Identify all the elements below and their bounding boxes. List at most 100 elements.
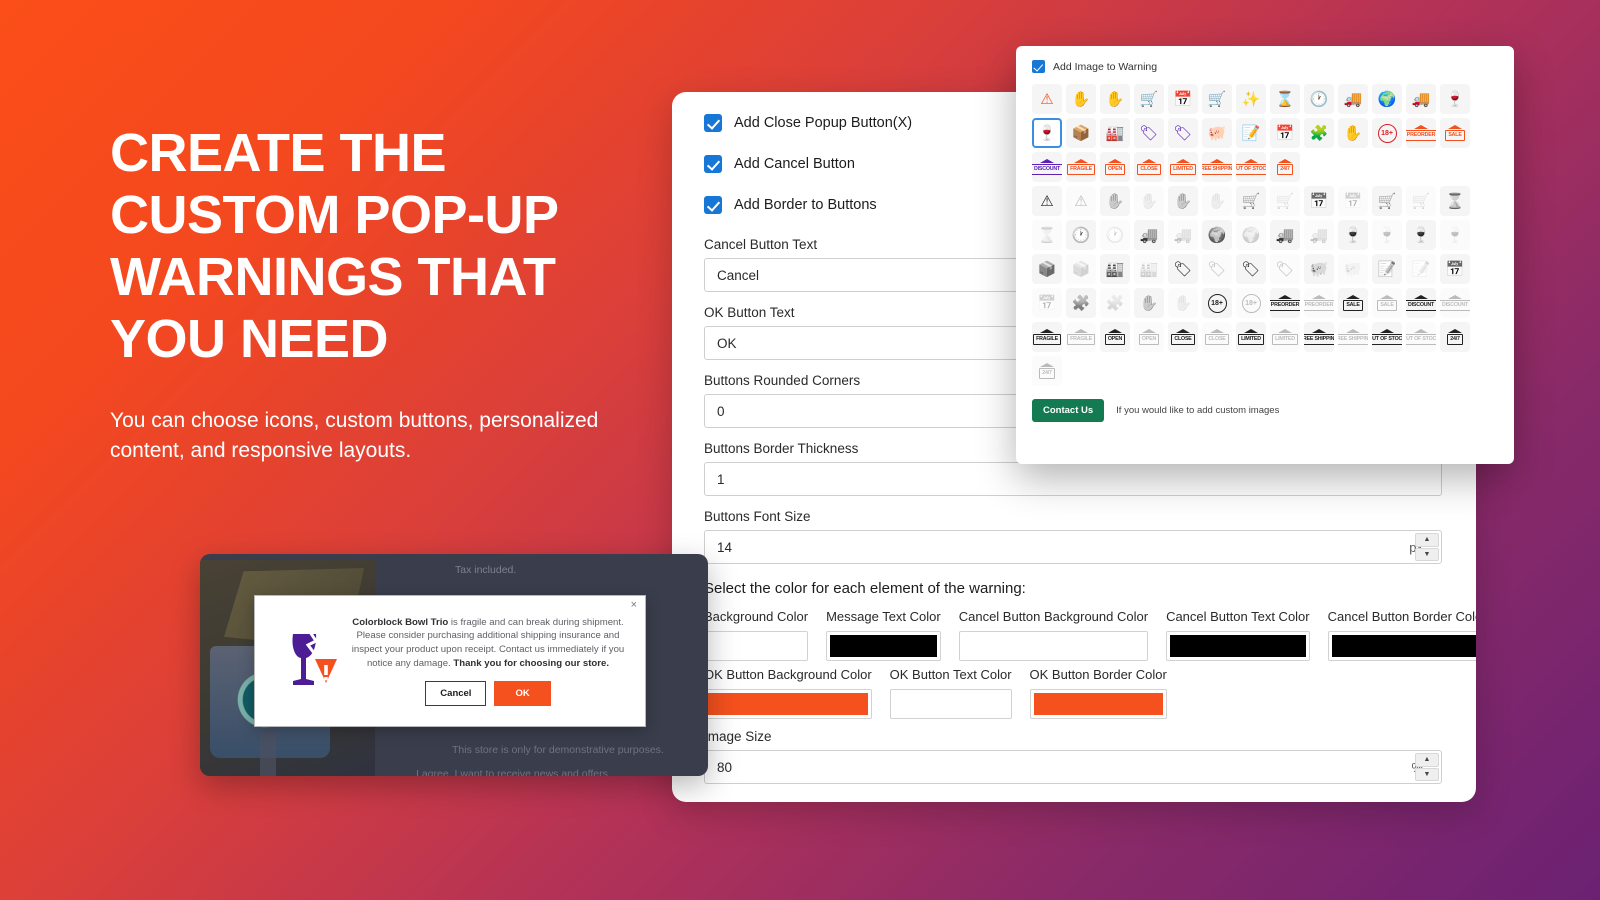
sale-sign-icon[interactable]: SALE — [1338, 288, 1368, 318]
stepper-up-icon[interactable]: ▲ — [1415, 533, 1439, 547]
popup-ok-button[interactable]: OK — [494, 681, 551, 707]
clock-alert-outline-icon[interactable]: 🕐 — [1100, 220, 1130, 250]
free-shipping-truck-outline-icon[interactable]: 🚚 — [1304, 220, 1334, 250]
warehouse-outline-icon[interactable]: 🏭 — [1134, 254, 1164, 284]
fragile-sign-outline-icon[interactable]: FRAGILE — [1066, 322, 1096, 352]
discount-tag-icon[interactable]: 🏷 — [1236, 254, 1266, 284]
hourglass-outline-icon[interactable]: ⌛ — [1032, 220, 1062, 250]
free-shipping-truck-icon[interactable]: 🚚 — [1270, 220, 1300, 250]
price-tag-icon[interactable]: 🏷 — [1134, 118, 1164, 148]
cart-alert-outline-icon[interactable]: 🛒 — [1270, 186, 1300, 216]
order-form-icon[interactable]: 📝 — [1236, 118, 1266, 148]
close-icon[interactable]: × — [631, 600, 637, 611]
preorder-sign-icon[interactable]: PREORDER — [1406, 118, 1436, 148]
warning-triangle-icon[interactable]: ⚠ — [1032, 84, 1062, 114]
field-stepper[interactable]: ▲ ▼ — [1415, 533, 1439, 561]
hourglass-icon[interactable]: ⌛ — [1440, 186, 1470, 216]
piggy-bank-outline-icon[interactable]: 🐖 — [1338, 254, 1368, 284]
preorder-sign-outline-icon[interactable]: PREORDER — [1304, 288, 1334, 318]
open-sign-icon[interactable]: OPEN — [1100, 322, 1130, 352]
free-shipping-sign-outline-icon[interactable]: FREE SHIPPING — [1338, 322, 1368, 352]
globe-pin-icon[interactable]: 🌍 — [1202, 220, 1232, 250]
cart-box-icon[interactable]: 🛒 — [1372, 186, 1402, 216]
fragile-box-icon[interactable]: 📦 — [1066, 118, 1096, 148]
warning-triangle-icon[interactable]: ⚠ — [1032, 186, 1062, 216]
fragile-box-outline-icon[interactable]: 📦 — [1066, 254, 1096, 284]
limited-sign-outline-icon[interactable]: LIMITED — [1270, 322, 1300, 352]
order-form-icon[interactable]: 📝 — [1372, 254, 1402, 284]
close-sign-icon[interactable]: CLOSE — [1168, 322, 1198, 352]
24-7-sign-icon[interactable]: 24/7 — [1270, 152, 1300, 182]
color-swatch[interactable] — [1327, 631, 1476, 661]
globe-pin-outline-icon[interactable]: 🌍 — [1236, 220, 1266, 250]
stop-hand-icon[interactable]: ✋ — [1066, 84, 1096, 114]
stepper-down-icon[interactable]: ▼ — [1415, 547, 1439, 561]
color-picker-item[interactable]: Cancel Button Border Color — [1327, 609, 1476, 661]
puzzle-outline-icon[interactable]: 🧩 — [1100, 288, 1130, 318]
hourglass-icon[interactable]: ⌛ — [1270, 84, 1300, 114]
out-of-stock-sign-outline-icon[interactable]: OUT OF STOCK — [1406, 322, 1436, 352]
color-swatch[interactable] — [826, 631, 941, 661]
stop-hand-warning-icon[interactable]: ✋ — [1100, 84, 1130, 114]
close-sign-icon[interactable]: CLOSE — [1134, 152, 1164, 182]
calendar-cart-outline-icon[interactable]: 📅 — [1338, 186, 1368, 216]
piggy-bank-icon[interactable]: 🐖 — [1202, 118, 1232, 148]
checkbox-toggle[interactable] — [704, 155, 722, 173]
cart-alert-icon[interactable]: 🛒 — [1134, 84, 1164, 114]
color-picker-item[interactable]: OK Button Background Color — [704, 667, 872, 719]
delivery-truck-icon[interactable]: 🚚 — [1134, 220, 1164, 250]
out-of-stock-sign-icon[interactable]: OUT OF STOCK — [1372, 322, 1402, 352]
puzzle-icon[interactable]: 🧩 — [1304, 118, 1334, 148]
order-form-outline-icon[interactable]: 📝 — [1406, 254, 1436, 284]
clock-alert-icon[interactable]: 🕐 — [1304, 84, 1334, 114]
discount-tag-outline-icon[interactable]: 🏷 — [1270, 254, 1300, 284]
calendar-cart-icon[interactable]: 📅 — [1168, 84, 1198, 114]
color-picker-item[interactable]: OK Button Text Color — [889, 667, 1012, 719]
open-sign-icon[interactable]: OPEN — [1100, 152, 1130, 182]
fragile-box-icon[interactable]: 📦 — [1032, 254, 1062, 284]
calendar-alert-icon[interactable]: 📅 — [1270, 118, 1300, 148]
limited-sign-icon[interactable]: LIMITED — [1168, 152, 1198, 182]
close-sign-outline-icon[interactable]: CLOSE — [1202, 322, 1232, 352]
globe-pin-icon[interactable]: 🌍 — [1372, 84, 1402, 114]
color-picker-item[interactable]: OK Button Border Color — [1029, 667, 1167, 719]
age-18-plus-outline-icon[interactable]: 18+ — [1236, 288, 1266, 318]
wine-glass-outline-icon[interactable]: 🍷 — [1372, 220, 1402, 250]
price-tag-icon[interactable]: 🏷 — [1168, 254, 1198, 284]
discount-sign-icon[interactable]: DISCOUNT — [1032, 152, 1062, 182]
preorder-sign-icon[interactable]: PREORDER — [1270, 288, 1300, 318]
discount-sign-outline-icon[interactable]: DISCOUNT — [1440, 288, 1470, 318]
color-picker-item[interactable]: Message Text Color — [826, 609, 941, 661]
price-tag-outline-icon[interactable]: 🏷 — [1202, 254, 1232, 284]
add-image-checkbox[interactable] — [1032, 60, 1045, 73]
piggy-bank-icon[interactable]: 🐖 — [1304, 254, 1334, 284]
image-size-stepper[interactable]: ▲ ▼ — [1415, 753, 1439, 781]
contact-us-button[interactable]: Contact Us — [1032, 399, 1105, 422]
delivery-truck-icon[interactable]: 🚚 — [1338, 84, 1368, 114]
warehouse-icon[interactable]: 🏭 — [1100, 118, 1130, 148]
broken-wine-glass-outline-icon[interactable]: 🍷 — [1440, 220, 1470, 250]
add-image-checkbox-row[interactable]: Add Image to Warning — [1032, 60, 1502, 73]
color-swatch[interactable] — [1166, 631, 1310, 661]
free-shipping-sign-icon[interactable]: FREE SHIPPING — [1202, 152, 1232, 182]
free-shipping-truck-icon[interactable]: 🚚 — [1406, 84, 1436, 114]
field-input[interactable]: 14px▲▼ — [704, 530, 1442, 564]
cart-box-outline-icon[interactable]: 🛒 — [1406, 186, 1436, 216]
broken-wine-glass-icon[interactable]: 🍷 — [1406, 220, 1436, 250]
checkbox-toggle[interactable] — [704, 196, 722, 214]
color-picker-item[interactable]: Background Color — [704, 609, 809, 661]
stepper-up-icon[interactable]: ▲ — [1415, 753, 1439, 767]
puzzle-icon[interactable]: 🧩 — [1066, 288, 1096, 318]
color-swatch[interactable] — [958, 631, 1149, 661]
cart-box-icon[interactable]: 🛒 — [1202, 84, 1232, 114]
open-sign-outline-icon[interactable]: OPEN — [1134, 322, 1164, 352]
stop-hand-icon[interactable]: ✋ — [1100, 186, 1130, 216]
color-swatch[interactable] — [704, 631, 809, 661]
sale-sign-icon[interactable]: SALE — [1440, 118, 1470, 148]
popup-cancel-button[interactable]: Cancel — [425, 681, 487, 707]
image-size-input[interactable]: 80 % ▲ ▼ — [704, 750, 1442, 784]
broken-wine-glass-icon[interactable]: 🍷 — [1032, 118, 1062, 148]
warehouse-icon[interactable]: 🏭 — [1100, 254, 1130, 284]
sale-sign-outline-icon[interactable]: SALE — [1372, 288, 1402, 318]
warning-triangle-outline-icon[interactable]: ⚠ — [1066, 186, 1096, 216]
